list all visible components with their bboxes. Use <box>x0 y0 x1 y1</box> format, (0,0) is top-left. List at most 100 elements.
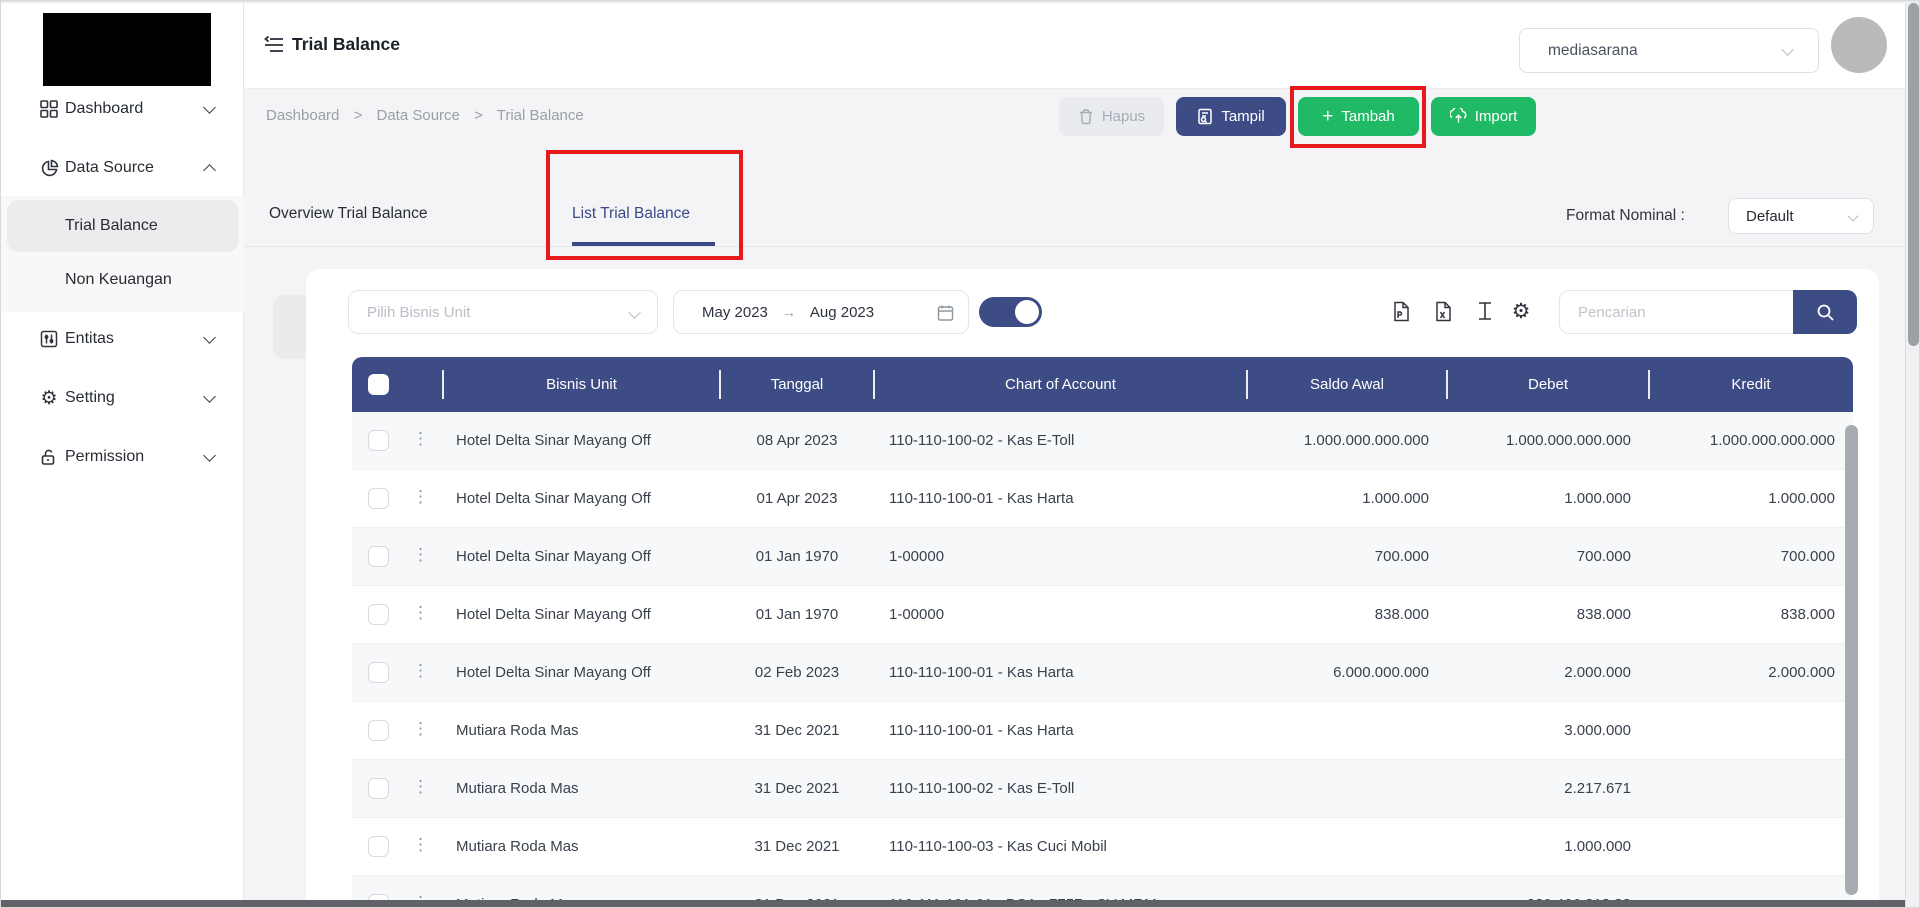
chevron-down-icon <box>1847 210 1858 221</box>
page-title: Trial Balance <box>292 34 400 55</box>
column-header-debet[interactable]: Debet <box>1447 357 1649 412</box>
row-checkbox[interactable] <box>368 604 389 625</box>
topbar: Trial Balance mediasarana <box>244 1 1920 89</box>
sidebar-item-label: Permission <box>65 448 144 466</box>
breadcrumb-separator: > <box>354 107 363 124</box>
cell-tanggal: 08 Apr 2023 <box>720 412 874 469</box>
breadcrumb-item[interactable]: Dashboard <box>266 107 339 124</box>
sidebar-item-setting[interactable]: ⚙ Setting <box>1 384 244 412</box>
row-menu-icon[interactable]: ⋮ <box>412 777 429 797</box>
breadcrumb: Dashboard > Data Source > Trial Balance <box>266 107 594 124</box>
tab-list-trial-balance[interactable]: List Trial Balance <box>572 205 690 223</box>
cell-debet: 2.217.671 <box>1447 760 1649 817</box>
cell-chart-of-account: 110-110-100-01 - Kas Harta <box>874 702 1247 759</box>
row-checkbox[interactable] <box>368 720 389 741</box>
select-all-checkbox[interactable] <box>368 374 389 395</box>
cell-tanggal: 31 Dec 2021 <box>720 760 874 817</box>
table-row: ⋮ Hotel Delta Sinar Mayang Off 01 Jan 19… <box>352 528 1853 586</box>
search-button[interactable] <box>1793 290 1857 334</box>
breadcrumb-item[interactable]: Data Source <box>377 107 460 124</box>
cell-saldo-awal <box>1247 760 1447 817</box>
tambah-button[interactable]: + Tambah <box>1298 97 1419 136</box>
chevron-down-icon <box>1781 43 1794 56</box>
text-width-icon[interactable] <box>1473 299 1497 323</box>
sidebar: Dashboard Data Source Trial Balance Non … <box>1 1 244 908</box>
sidebar-item-entitas[interactable]: Entitas <box>1 325 244 353</box>
cell-bisnis-unit: Hotel Delta Sinar Mayang Off <box>443 528 720 585</box>
chevron-down-icon <box>203 449 216 462</box>
app-viewport: Dashboard Data Source Trial Balance Non … <box>0 0 1920 908</box>
plus-icon: + <box>1322 107 1333 126</box>
cell-debet: 2.000.000 <box>1447 644 1649 701</box>
row-menu-icon[interactable]: ⋮ <box>412 429 429 449</box>
row-checkbox[interactable] <box>368 430 389 451</box>
row-menu-icon[interactable]: ⋮ <box>412 835 429 855</box>
import-button[interactable]: Import <box>1431 97 1536 136</box>
search-input[interactable] <box>1560 291 1793 333</box>
tabs-bar: Overview Trial Balance List Trial Balanc… <box>244 147 1920 247</box>
sidebar-item-dashboard[interactable]: Dashboard <box>1 95 244 123</box>
search-field <box>1559 290 1793 334</box>
tenant-select[interactable]: mediasarana <box>1519 28 1819 73</box>
row-menu-icon[interactable]: ⋮ <box>412 603 429 623</box>
sidebar-item-label: Entitas <box>65 330 114 348</box>
bisnis-unit-select[interactable]: Pilih Bisnis Unit <box>348 290 658 334</box>
chevron-up-icon <box>203 164 216 177</box>
row-checkbox[interactable] <box>368 662 389 683</box>
column-header-saldo-awal[interactable]: Saldo Awal <box>1247 357 1447 412</box>
table-row: ⋮ Hotel Delta Sinar Mayang Off 08 Apr 20… <box>352 412 1853 470</box>
column-header-bisnis-unit[interactable]: Bisnis Unit <box>443 357 720 412</box>
row-checkbox[interactable] <box>368 778 389 799</box>
column-header-tanggal[interactable]: Tanggal <box>720 357 874 412</box>
row-checkbox[interactable] <box>368 546 389 567</box>
tampil-button[interactable]: Tampil <box>1176 97 1286 136</box>
search-icon <box>1816 303 1835 322</box>
export-pdf-icon[interactable] <box>1389 299 1413 323</box>
arrow-right-icon: → <box>782 304 796 320</box>
cell-saldo-awal: 1.000.000 <box>1247 470 1447 527</box>
upload-icon <box>1450 108 1467 125</box>
sidebar-item-permission[interactable]: Permission <box>1 443 244 471</box>
date-from-value: May 2023 <box>702 304 768 321</box>
tampil-button-label: Tampil <box>1221 108 1264 125</box>
row-menu-icon[interactable]: ⋮ <box>412 545 429 565</box>
row-menu-icon[interactable]: ⋮ <box>412 719 429 739</box>
table-scrollbar[interactable] <box>1845 425 1858 895</box>
sidebar-item-data-source[interactable]: Data Source <box>1 154 244 182</box>
row-menu-icon[interactable]: ⋮ <box>412 661 429 681</box>
column-header-kredit[interactable]: Kredit <box>1649 357 1853 412</box>
window-bottom-edge <box>1 900 1905 908</box>
hapus-button-label: Hapus <box>1102 108 1145 125</box>
table-row: ⋮ Hotel Delta Sinar Mayang Off 01 Jan 19… <box>352 586 1853 644</box>
cell-tanggal: 31 Dec 2021 <box>720 818 874 875</box>
hapus-button[interactable]: Hapus <box>1059 97 1164 136</box>
cell-tanggal: 01 Apr 2023 <box>720 470 874 527</box>
row-checkbox[interactable] <box>368 488 389 509</box>
row-checkbox[interactable] <box>368 836 389 857</box>
page-scrollbar-track[interactable] <box>1905 1 1920 908</box>
breadcrumb-item[interactable]: Trial Balance <box>497 107 584 124</box>
filter-toggle[interactable] <box>979 297 1042 327</box>
format-nominal-select[interactable]: Default <box>1728 198 1874 234</box>
sidebar-item-label: Non Keuangan <box>65 271 172 289</box>
row-menu-icon[interactable]: ⋮ <box>412 487 429 507</box>
cell-debet: 1.000.000 <box>1447 818 1649 875</box>
sidebar-item-non-keuangan[interactable]: Non Keuangan <box>7 254 239 306</box>
sidebar-item-trial-balance[interactable]: Trial Balance <box>7 200 239 252</box>
column-header-chart-of-account[interactable]: Chart of Account <box>874 357 1247 412</box>
window-top-border <box>1 1 1920 3</box>
date-range-picker[interactable]: May 2023 → Aug 2023 <box>673 290 969 334</box>
file-search-icon <box>1197 108 1213 125</box>
cell-chart-of-account: 110-110-100-01 - Kas Harta <box>874 470 1247 527</box>
sidebar-collapse-icon[interactable] <box>264 35 284 55</box>
tambah-button-label: Tambah <box>1341 108 1394 125</box>
chevron-down-icon <box>203 390 216 403</box>
table-row: ⋮ Hotel Delta Sinar Mayang Off 02 Feb 20… <box>352 644 1853 702</box>
page-scrollbar-thumb[interactable] <box>1908 3 1919 346</box>
cell-debet: 1.000.000 <box>1447 470 1649 527</box>
export-excel-icon[interactable] <box>1431 299 1455 323</box>
avatar[interactable] <box>1831 17 1887 73</box>
tab-overview-trial-balance[interactable]: Overview Trial Balance <box>269 205 428 223</box>
table-settings-gear-icon[interactable]: ⚙ <box>1509 299 1533 323</box>
cell-debet: 700.000 <box>1447 528 1649 585</box>
